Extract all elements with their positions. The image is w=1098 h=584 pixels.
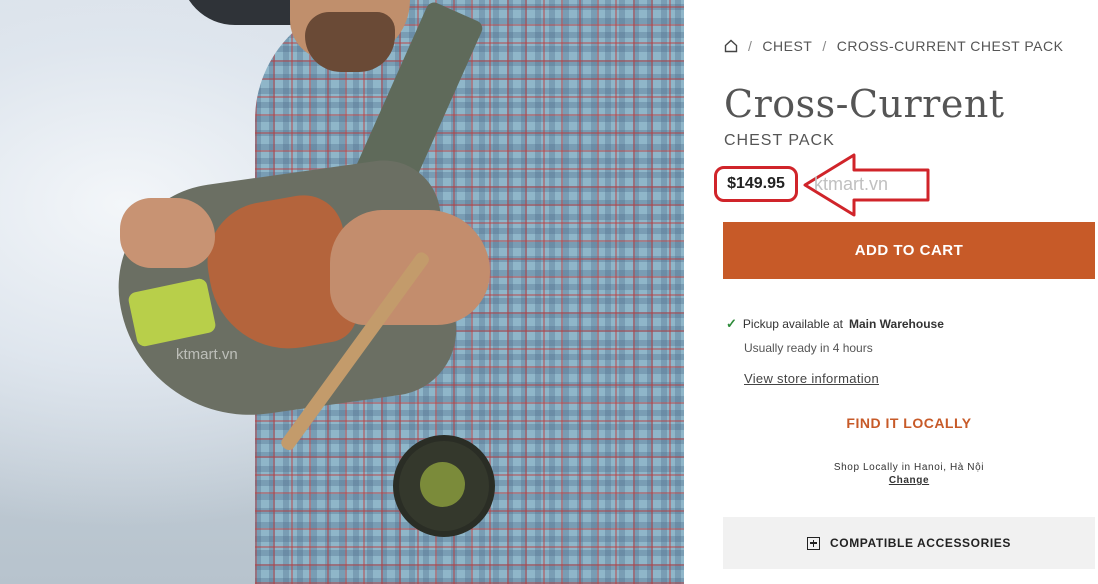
add-to-cart-button[interactable]: ADD TO CART xyxy=(723,222,1095,279)
breadcrumb-separator: / xyxy=(748,38,753,54)
compatible-accessories-label: COMPATIBLE ACCESSORIES xyxy=(830,536,1011,550)
change-location-link[interactable]: Change xyxy=(723,475,1095,486)
product-price: $149.95 xyxy=(727,175,785,192)
breadcrumb-separator: / xyxy=(822,38,827,54)
pickup-store: Main Warehouse xyxy=(848,317,944,331)
price-highlight: $149.95 xyxy=(714,166,798,202)
check-icon: ✓ xyxy=(726,316,737,331)
product-info-panel: / CHEST / CROSS-CURRENT CHEST PACK Cross… xyxy=(684,0,1098,584)
pickup-prefix: Pickup available at xyxy=(742,317,843,331)
breadcrumb-chest[interactable]: CHEST xyxy=(762,38,812,54)
home-icon[interactable] xyxy=(724,39,738,53)
find-it-locally-link[interactable]: FIND IT LOCALLY xyxy=(723,415,1095,431)
annotation-watermark: ktmart.vn xyxy=(814,174,889,194)
breadcrumb: / CHEST / CROSS-CURRENT CHEST PACK xyxy=(724,38,1063,54)
image-watermark: ktmart.vn xyxy=(176,346,238,363)
breadcrumb-current: CROSS-CURRENT CHEST PACK xyxy=(836,38,1064,54)
compatible-accessories-toggle[interactable]: COMPATIBLE ACCESSORIES xyxy=(723,517,1095,569)
product-subtitle: CHEST PACK xyxy=(724,132,835,149)
shop-locally-text: Shop Locally in Hanoi, Hà Nội xyxy=(833,462,985,473)
product-title: Cross-Current xyxy=(724,82,1005,126)
plus-box-icon xyxy=(807,536,820,550)
pickup-ready-time: Usually ready in 4 hours xyxy=(744,341,873,355)
view-store-link[interactable]: View store information xyxy=(744,371,879,386)
pickup-availability: ✓ Pickup available at Main Warehouse xyxy=(726,316,944,332)
product-image: ktmart.vn xyxy=(0,0,684,584)
